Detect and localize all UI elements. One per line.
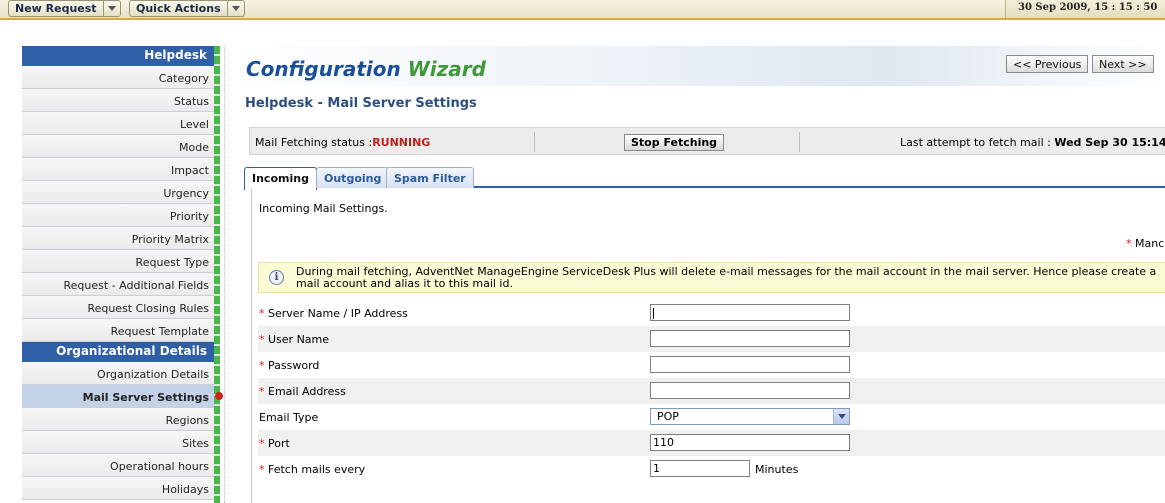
quick-actions-button[interactable]: Quick Actions bbox=[129, 0, 245, 17]
divider bbox=[224, 46, 225, 503]
email-label-text: Email Address bbox=[268, 385, 346, 398]
server-label: * Server Name / IP Address bbox=[259, 307, 408, 320]
sidebar-item-mode[interactable]: Mode bbox=[22, 135, 214, 158]
divider bbox=[799, 132, 800, 152]
mandatory-star: * bbox=[1126, 237, 1132, 250]
current-datetime: 30 Sep 2009, 15 : 15 : 50 bbox=[1005, 0, 1165, 18]
divider bbox=[534, 132, 535, 152]
sidebar-header-helpdesk: Helpdesk bbox=[22, 46, 214, 66]
chevron-down-icon[interactable] bbox=[833, 409, 849, 424]
tab-spam-filter[interactable]: Spam Filter bbox=[386, 167, 474, 188]
sidebar-item-request-type[interactable]: Request Type bbox=[22, 250, 214, 273]
form-row-username: * User Name bbox=[258, 326, 1165, 352]
sidebar-item-operational-hours[interactable]: Operational hours bbox=[22, 454, 214, 477]
tab-incoming[interactable]: Incoming bbox=[244, 167, 317, 190]
quick-actions-dropdown-icon[interactable] bbox=[226, 1, 244, 16]
username-input[interactable] bbox=[650, 330, 850, 347]
info-icon: i bbox=[269, 270, 284, 285]
sidebar-item-category[interactable]: Category bbox=[22, 66, 214, 89]
info-box: i During mail fetching, AdventNet Manage… bbox=[258, 262, 1165, 293]
form-row-fetch: * Fetch mails every 1 Minutes bbox=[258, 456, 1165, 482]
top-toolbar: New Request Quick Actions 30 Sep 2009, 1… bbox=[0, 0, 1165, 20]
port-input[interactable]: 110 bbox=[650, 434, 850, 451]
server-name-input[interactable] bbox=[650, 304, 850, 321]
email-label: * Email Address bbox=[259, 385, 346, 398]
sidebar-item-status[interactable]: Status bbox=[22, 89, 214, 112]
form-row-port: * Port 110 bbox=[258, 430, 1165, 456]
quick-actions-label: Quick Actions bbox=[136, 2, 221, 15]
wizard-main: Configuration Wizard << Previous Next >>… bbox=[226, 46, 1165, 503]
fetch-label: * Fetch mails every bbox=[259, 463, 366, 476]
wizard-title-configuration: Configuration bbox=[246, 57, 401, 81]
password-label-text: Password bbox=[268, 359, 320, 372]
sidebar-item-impact[interactable]: Impact bbox=[22, 158, 214, 181]
sidebar-item-organization-details[interactable]: Organization Details bbox=[22, 362, 214, 385]
mail-fetch-status-bar: Mail Fetching status :RUNNING Stop Fetch… bbox=[249, 127, 1165, 155]
new-request-label: New Request bbox=[15, 2, 97, 15]
sidebar-item-request-additional-fields[interactable]: Request - Additional Fields bbox=[22, 273, 214, 296]
next-button[interactable]: Next >> bbox=[1092, 55, 1154, 73]
sidebar-item-urgency[interactable]: Urgency bbox=[22, 181, 214, 204]
tab-outgoing[interactable]: Outgoing bbox=[316, 167, 390, 188]
email-type-label: Email Type bbox=[259, 411, 319, 424]
stop-fetching-button[interactable]: Stop Fetching bbox=[624, 134, 725, 151]
password-label: * Password bbox=[259, 359, 320, 372]
mandatory-text: Manc bbox=[1135, 237, 1165, 250]
wizard-title-wizard: Wizard bbox=[407, 57, 486, 81]
sidebar-item-regions[interactable]: Regions bbox=[22, 408, 214, 431]
wizard-sidebar: Helpdesk Category Status Level Mode Impa… bbox=[22, 46, 214, 500]
fetch-interval-input[interactable]: 1 bbox=[650, 460, 750, 477]
email-type-value: POP bbox=[657, 410, 679, 423]
wizard-title: Configuration Wizard bbox=[246, 57, 486, 81]
form-row-email-type: Email Type POP bbox=[258, 404, 1165, 430]
fetch-label-text: Fetch mails every bbox=[268, 463, 366, 476]
sidebar-item-priority-matrix[interactable]: Priority Matrix bbox=[22, 227, 214, 250]
email-address-input[interactable] bbox=[650, 382, 850, 399]
username-label: * User Name bbox=[259, 333, 330, 346]
port-label: * Port bbox=[259, 437, 290, 450]
wizard-header: Configuration Wizard << Previous Next >> bbox=[226, 46, 1165, 86]
form-row-password: * Password bbox=[258, 352, 1165, 378]
username-label-text: User Name bbox=[268, 333, 330, 346]
sidebar-header-organizational-details: Organizational Details bbox=[22, 342, 214, 362]
sidebar-item-priority[interactable]: Priority bbox=[22, 204, 214, 227]
incoming-panel: Incoming Mail Settings. * Manc i During … bbox=[251, 189, 1165, 503]
fetch-unit: Minutes bbox=[755, 463, 799, 476]
last-attempt-label: Last attempt to fetch mail : bbox=[900, 136, 1055, 149]
sidebar-item-request-closing-rules[interactable]: Request Closing Rules bbox=[22, 296, 214, 319]
server-label-text: Server Name / IP Address bbox=[268, 307, 408, 320]
current-step-marker-icon bbox=[215, 392, 223, 400]
last-attempt: Last attempt to fetch mail : Wed Sep 30 … bbox=[900, 136, 1165, 149]
mandatory-note: * Manc bbox=[1126, 237, 1164, 250]
fetch-status-label: Mail Fetching status : bbox=[255, 136, 373, 149]
text-cursor bbox=[653, 307, 654, 319]
fetch-status: Mail Fetching status :RUNNING bbox=[255, 136, 430, 149]
sidebar-item-level[interactable]: Level bbox=[22, 112, 214, 135]
email-type-select[interactable]: POP bbox=[650, 408, 850, 425]
sidebar-item-mail-server-settings[interactable]: Mail Server Settings bbox=[22, 385, 214, 408]
fetch-status-value: RUNNING bbox=[372, 136, 431, 149]
form-row-email: * Email Address bbox=[258, 378, 1165, 404]
new-request-dropdown-icon[interactable] bbox=[102, 1, 120, 16]
password-input[interactable] bbox=[650, 356, 850, 373]
info-text: During mail fetching, AdventNet ManageEn… bbox=[296, 266, 1165, 290]
info-line-2: mail account and alias it to this mail i… bbox=[296, 277, 513, 290]
progress-stripe bbox=[214, 46, 220, 503]
sidebar-item-sites[interactable]: Sites bbox=[22, 431, 214, 454]
section-label: Incoming Mail Settings. bbox=[259, 202, 388, 215]
sidebar-item-holidays[interactable]: Holidays bbox=[22, 477, 214, 500]
form-row-server: * Server Name / IP Address bbox=[258, 300, 1165, 326]
port-label-text: Port bbox=[268, 437, 290, 450]
mail-settings-tabs: Incoming Outgoing Spam Filter bbox=[244, 167, 1165, 190]
new-request-button[interactable]: New Request bbox=[8, 0, 121, 17]
sidebar-item-request-template[interactable]: Request Template bbox=[22, 319, 214, 342]
last-attempt-value: Wed Sep 30 15:14:4 bbox=[1054, 136, 1165, 149]
page-title: Helpdesk - Mail Server Settings bbox=[245, 96, 477, 111]
previous-button[interactable]: << Previous bbox=[1006, 55, 1089, 73]
